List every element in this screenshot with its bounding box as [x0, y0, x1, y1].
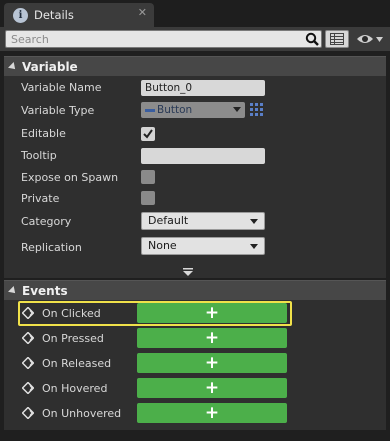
row-variable-name: Variable Name Button_0: [4, 77, 386, 98]
event-diamond-icon: [22, 332, 34, 344]
category-dropdown[interactable]: Default: [141, 212, 265, 230]
tab-label: Details: [34, 8, 74, 22]
add-on-clicked-button[interactable]: +: [137, 303, 287, 323]
variable-type-label: Variable Type: [21, 104, 95, 117]
expand-advanced-icon: [183, 268, 193, 276]
expose-on-spawn-label: Expose on Spawn: [21, 171, 119, 184]
event-row-on-pressed: On Pressed +: [4, 326, 386, 351]
property-matrix-button[interactable]: [325, 30, 349, 48]
tooltip-field[interactable]: [141, 148, 265, 164]
category-value: Default: [148, 214, 189, 227]
category-label: Category: [21, 215, 72, 228]
toolbar: Search: [0, 27, 390, 51]
event-row-on-released: On Released +: [4, 351, 386, 376]
tooltip-label: Tooltip: [21, 149, 57, 162]
expose-on-spawn-checkbox[interactable]: [141, 170, 155, 184]
event-row-on-clicked: On Clicked +: [4, 301, 386, 326]
editable-checkbox[interactable]: [141, 127, 155, 141]
visibility-options-button[interactable]: [352, 30, 386, 48]
row-tooltip: Tooltip: [4, 145, 386, 166]
private-label: Private: [21, 192, 60, 205]
chevron-down-icon: [250, 219, 258, 224]
event-label: On Clicked: [42, 307, 101, 320]
event-label: On Pressed: [42, 332, 104, 345]
section-title: Variable: [22, 59, 78, 74]
row-private: Private: [4, 188, 386, 209]
checkmark-icon: [143, 129, 153, 139]
replication-label: Replication: [21, 241, 82, 254]
advanced-expand-toggle[interactable]: [183, 266, 193, 279]
event-diamond-icon: [22, 382, 34, 394]
row-category: Category Default: [4, 210, 386, 231]
event-label: On Hovered: [42, 382, 108, 395]
row-editable: Editable: [4, 123, 386, 144]
chevron-down-icon: [250, 244, 258, 249]
event-label: On Released: [42, 357, 112, 370]
add-on-hovered-button[interactable]: +: [137, 378, 287, 398]
collapse-arrow-icon: [8, 61, 18, 72]
variable-type-dropdown[interactable]: Button: [141, 102, 245, 118]
search-placeholder: Search: [11, 33, 49, 46]
tab-bar: i Details ✕: [0, 0, 390, 27]
private-checkbox[interactable]: [141, 191, 155, 205]
variable-name-label: Variable Name: [21, 81, 102, 94]
search-icon[interactable]: [303, 30, 321, 48]
eye-icon: [356, 35, 373, 43]
row-expose-on-spawn: Expose on Spawn: [4, 167, 386, 188]
chevron-down-icon: [233, 107, 241, 112]
section-title: Events: [22, 283, 68, 298]
row-variable-type: Variable Type Button: [4, 100, 386, 121]
add-on-pressed-button[interactable]: +: [137, 328, 287, 348]
chevron-down-icon: [375, 36, 383, 42]
tab-details[interactable]: i Details ✕: [4, 3, 154, 27]
container-type-icon[interactable]: [250, 103, 264, 117]
event-diamond-icon: [22, 357, 34, 369]
variable-name-field[interactable]: Button_0: [141, 80, 265, 96]
replication-value: None: [148, 239, 177, 252]
variable-type-value: Button: [157, 104, 193, 116]
event-diamond-icon: [22, 407, 34, 419]
add-on-released-button[interactable]: +: [137, 353, 287, 373]
event-diamond-icon: [22, 307, 34, 319]
add-on-unhovered-button[interactable]: +: [137, 403, 287, 423]
search-input[interactable]: Search: [5, 30, 322, 48]
event-row-on-hovered: On Hovered +: [4, 376, 386, 401]
variable-section-header[interactable]: Variable: [4, 56, 386, 76]
editable-label: Editable: [21, 127, 66, 140]
close-icon[interactable]: ✕: [138, 6, 147, 19]
event-label: On Unhovered: [42, 407, 122, 420]
events-section-header[interactable]: Events: [4, 280, 386, 300]
grid-view-icon: [330, 33, 344, 45]
collapse-arrow-icon: [8, 285, 18, 296]
type-pill-icon: [145, 108, 155, 112]
replication-dropdown[interactable]: None: [141, 237, 265, 255]
row-replication: Replication None: [4, 236, 386, 257]
info-icon: i: [13, 7, 28, 23]
event-row-on-unhovered: On Unhovered +: [4, 401, 386, 426]
